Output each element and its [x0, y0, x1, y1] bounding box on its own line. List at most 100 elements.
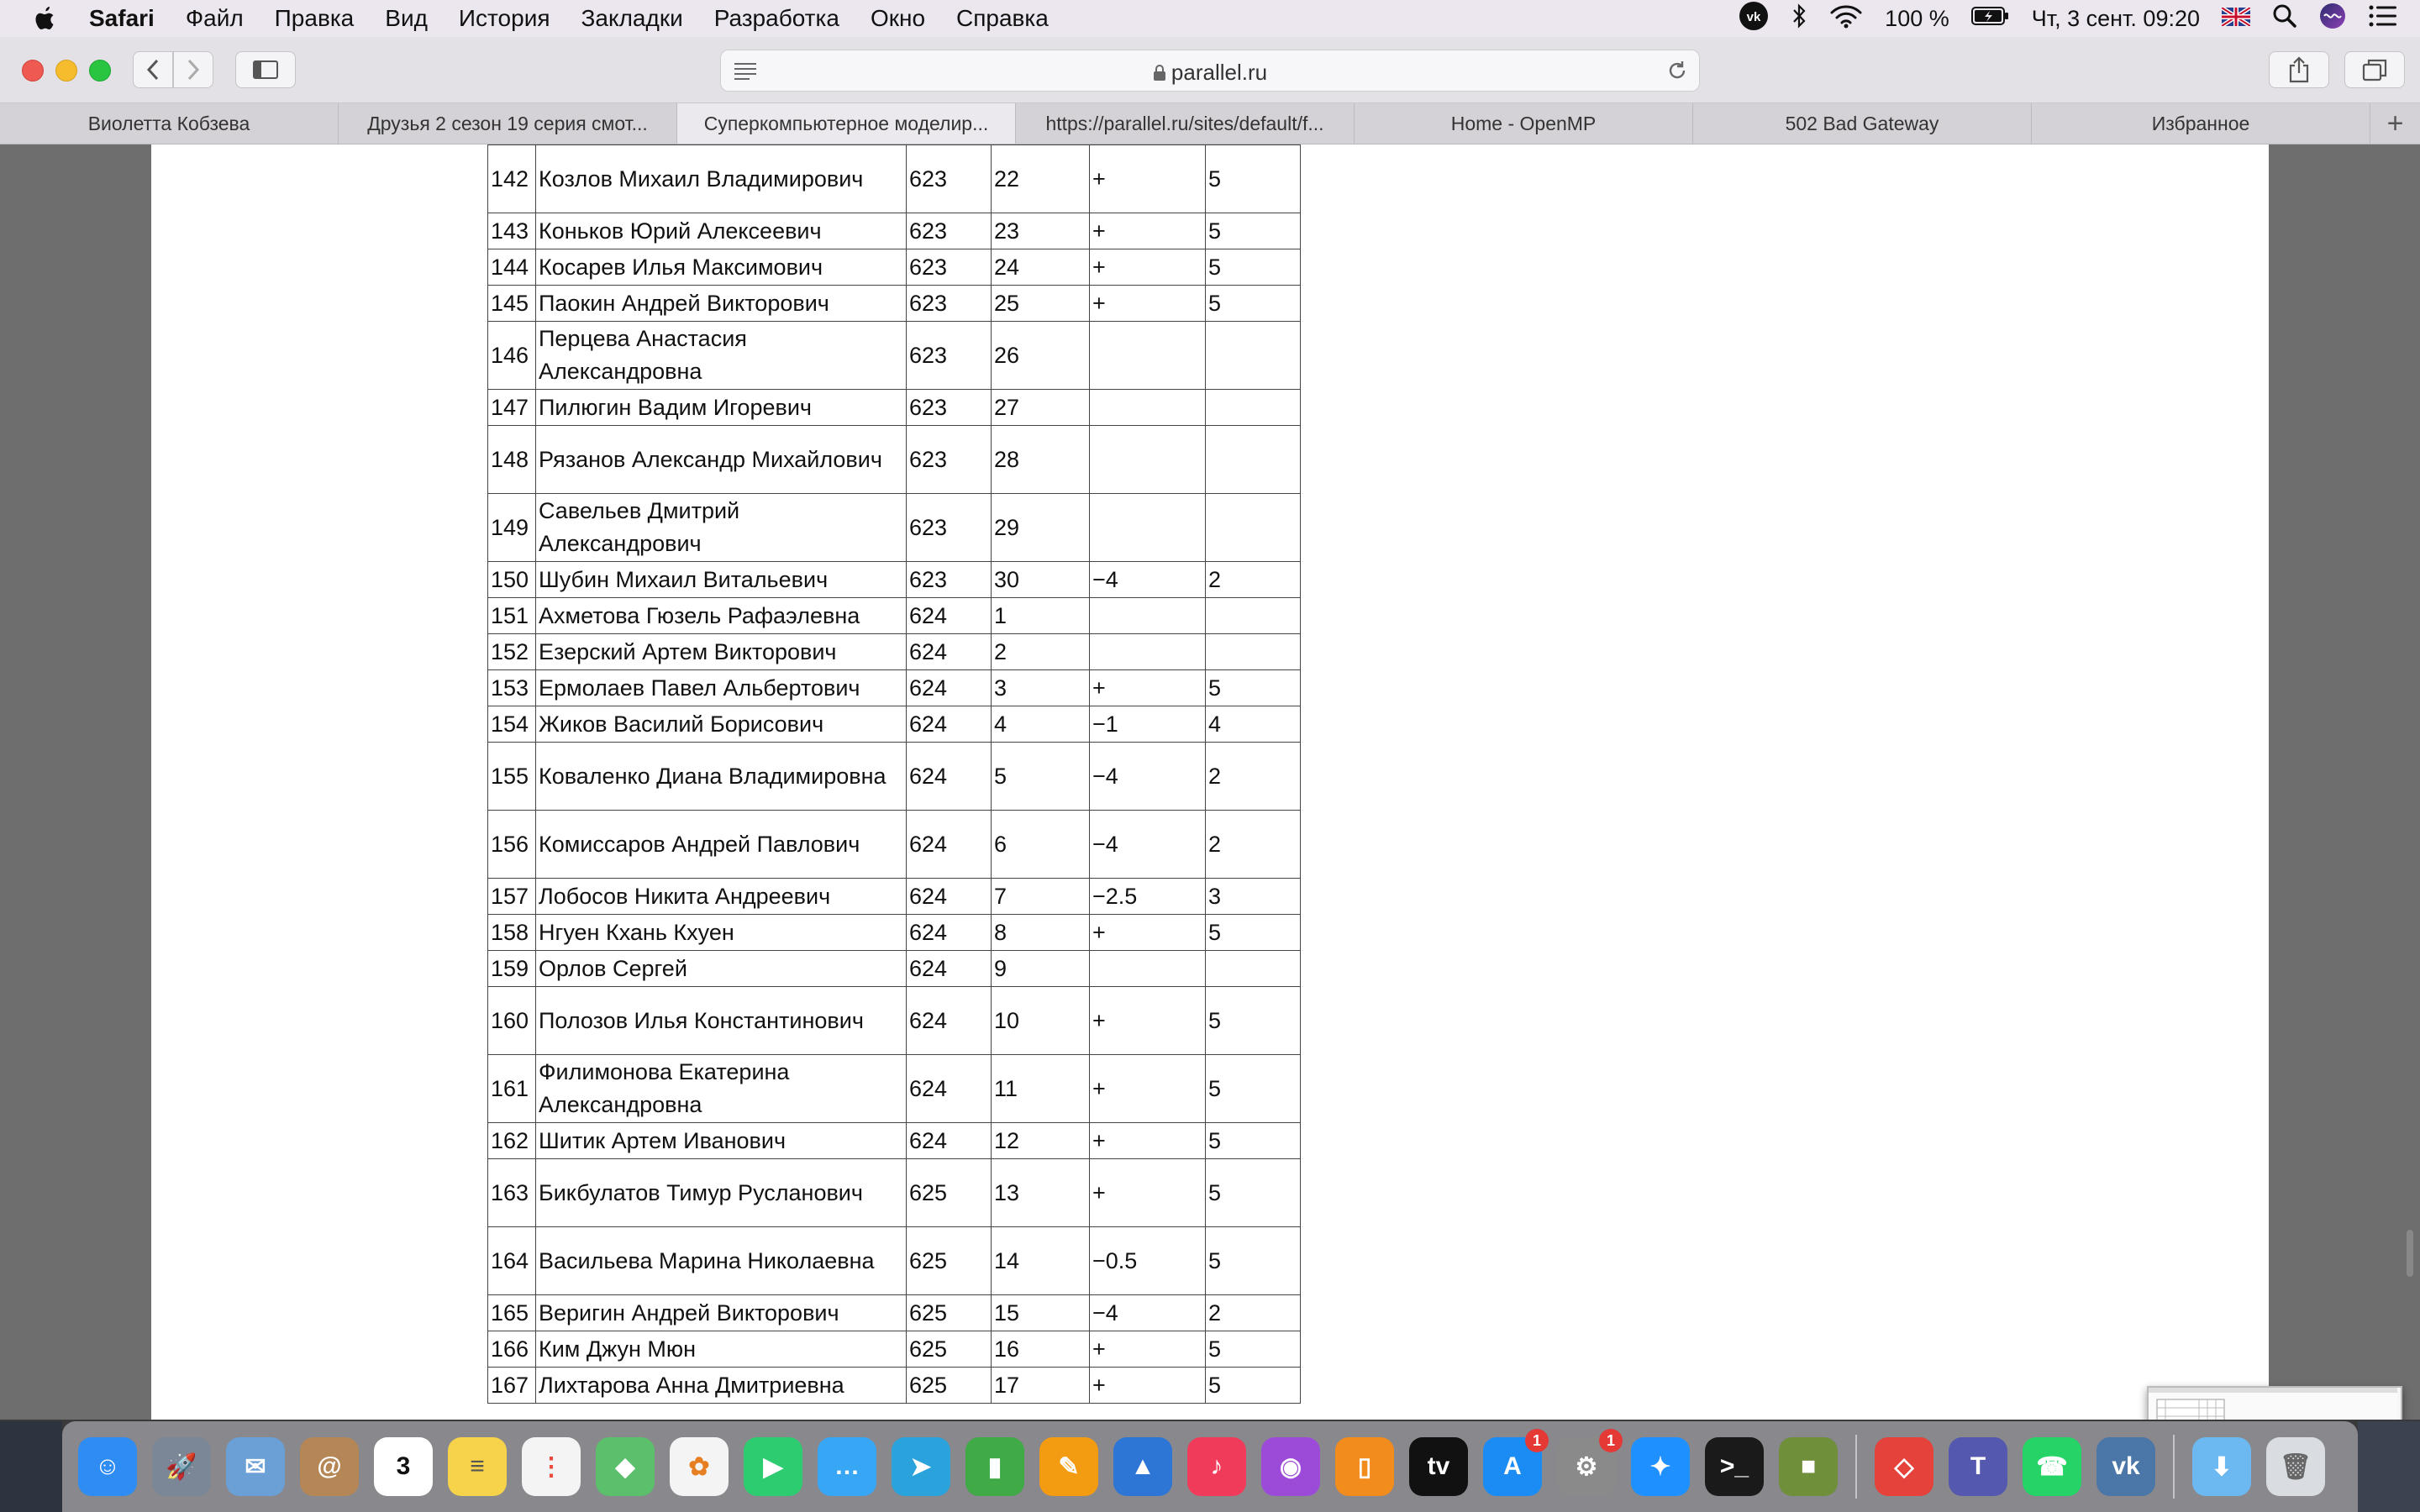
menu-file[interactable]: Файл [186, 5, 244, 32]
mark-cell: −0.5 [1089, 1226, 1206, 1295]
keynote-icon[interactable]: ▲ [1113, 1437, 1172, 1496]
maps-icon[interactable]: ◆ [596, 1437, 655, 1496]
finder-glyph: ☺ [94, 1452, 121, 1480]
sidebar-toggle-button[interactable] [235, 51, 296, 88]
row-number-cell: 166 [487, 1331, 536, 1368]
system-preferences-icon[interactable]: ⚙ 1 [1557, 1429, 1623, 1496]
siri-icon[interactable] [2319, 3, 2346, 35]
numbers-icon[interactable]: ▮ [965, 1437, 1024, 1496]
desktop-wallpaper-left [0, 1421, 62, 1512]
apple-tv-icon[interactable]: tv [1409, 1437, 1468, 1496]
tab-supercomputer-modeling[interactable]: Суперкомпьютерное моделир... [677, 103, 1016, 144]
zoom-window-button[interactable] [89, 60, 111, 81]
finder-icon[interactable]: ☺ [78, 1437, 137, 1496]
grade-cell: 2 [1205, 1294, 1301, 1331]
grade-cell [1205, 633, 1301, 670]
mail-stamp-icon[interactable]: ✉ [226, 1437, 285, 1496]
launchpad-icon[interactable]: 🚀 [152, 1437, 211, 1496]
tab-favorites[interactable]: Избранное [2032, 103, 2370, 144]
grade-cell: 5 [1205, 1226, 1301, 1295]
downloads-folder-icon[interactable]: ⬇ [2192, 1437, 2251, 1496]
table-row: 151 Ахметова Гюзель Рафаэлевна 624 1 [487, 597, 1301, 634]
close-window-button[interactable] [22, 60, 44, 81]
battery-icon[interactable] [1970, 5, 2010, 32]
table-row: 153 Ермолаев Павел Альбертович 624 3 +5 [487, 669, 1301, 706]
share-button[interactable] [2269, 51, 2329, 88]
tab-bad-gateway[interactable]: 502 Bad Gateway [1693, 103, 2032, 144]
student-name-cell: Васильева Марина Николаевна [535, 1226, 907, 1295]
contacts-icon[interactable]: @ [300, 1437, 359, 1496]
new-tab-button[interactable]: + [2370, 103, 2420, 144]
group-cell: 623 [906, 213, 992, 249]
whatsapp-icon[interactable]: ☎ [2023, 1437, 2081, 1496]
tab-friends-episode[interactable]: Друзья 2 сезон 19 серия смот... [339, 103, 677, 144]
spotlight-search-icon[interactable] [2272, 3, 2297, 34]
page-scrollbar[interactable] [2407, 1230, 2413, 1277]
student-name-cell: Лобосов Никита Андреевич [535, 878, 907, 915]
photos-icon[interactable]: ✿ [670, 1437, 729, 1496]
notes-icon[interactable]: ≡ [448, 1437, 507, 1496]
clock[interactable]: Чт, 3 сент. 09:20 [2032, 6, 2200, 32]
tab-openmp[interactable]: Home - OpenMP [1355, 103, 1693, 144]
mark-cell: −4 [1089, 561, 1206, 598]
index-cell: 11 [991, 1054, 1090, 1123]
grade-cell [1205, 493, 1301, 562]
menu-history[interactable]: История [459, 5, 550, 32]
messages-icon[interactable]: … [818, 1437, 876, 1496]
menu-view[interactable]: Вид [385, 5, 428, 32]
input-source-flag-icon[interactable] [2220, 5, 2252, 32]
control-list-icon[interactable] [2368, 4, 2398, 34]
tab-parallel-file[interactable]: https://parallel.ru/sites/default/f... [1016, 103, 1355, 144]
anydesk-icon[interactable]: ◇ [1875, 1437, 1933, 1496]
anydesk-glyph: ◇ [1894, 1452, 1914, 1481]
tab-overview-button[interactable] [2344, 51, 2405, 88]
vk-status-icon[interactable]: vk [1739, 1, 1769, 37]
forward-button[interactable] [173, 51, 213, 88]
trash-icon[interactable]: 🗑 [2266, 1437, 2325, 1496]
row-number-cell: 150 [487, 561, 536, 598]
back-button[interactable] [133, 51, 173, 88]
pages-icon[interactable]: ✎ [1039, 1437, 1098, 1496]
music-icon[interactable]: ♪ [1187, 1437, 1246, 1496]
books-icon[interactable]: ▯ [1335, 1437, 1394, 1496]
safari-icon[interactable]: ✦ [1631, 1437, 1690, 1496]
minecraft-icon[interactable]: ■ [1779, 1437, 1838, 1496]
menu-edit[interactable]: Правка [275, 5, 355, 32]
podcasts-icon[interactable]: ◉ [1261, 1437, 1320, 1496]
group-cell: 625 [906, 1331, 992, 1368]
terminal-icon[interactable]: >_ [1705, 1437, 1764, 1496]
system-preferences-glyph: ⚙ [1575, 1452, 1598, 1481]
reload-icon[interactable] [1665, 59, 1689, 87]
screenshot-thumbnail[interactable] [2147, 1386, 2402, 1420]
address-url[interactable]: parallel.ru [721, 60, 1699, 86]
index-cell: 29 [991, 493, 1090, 562]
table-row: 146 Перцева Анастасия Александровна 623 26 [487, 321, 1301, 390]
menu-help[interactable]: Справка [956, 5, 1049, 32]
vk-icon[interactable]: vk [2096, 1437, 2155, 1496]
student-name-cell: Шубин Михаил Витальевич [535, 561, 907, 598]
menu-bookmarks[interactable]: Закладки [581, 5, 683, 32]
menu-develop[interactable]: Разработка [714, 5, 839, 32]
wifi-icon[interactable] [1829, 3, 1863, 34]
index-cell: 16 [991, 1331, 1090, 1368]
address-bar[interactable]: parallel.ru [720, 50, 1700, 92]
minecraft-glyph: ■ [1800, 1452, 1817, 1480]
grade-cell: 5 [1205, 669, 1301, 706]
student-name-cell: Бикбулатов Тимур Русланович [535, 1158, 907, 1227]
telegram-icon[interactable]: ➤ [892, 1437, 950, 1496]
bluetooth-icon[interactable] [1791, 3, 1807, 35]
web-viewport: 142 Козлов Михаил Владимирович 623 22 +5 143 К… [0, 144, 2420, 1420]
app-store-glyph: A [1503, 1452, 1522, 1480]
apple-menu-icon[interactable] [34, 5, 67, 32]
dock-separator [1855, 1435, 1857, 1499]
menu-safari[interactable]: Safari [89, 5, 155, 32]
app-store-icon[interactable]: A1 [1483, 1429, 1549, 1496]
table-row: 147 Пилюгин Вадим Игоревич 623 27 [487, 389, 1301, 426]
minimize-window-button[interactable] [55, 60, 77, 81]
menu-window[interactable]: Окно [871, 5, 925, 32]
reminders-icon[interactable]: ⋮ [522, 1437, 581, 1496]
facetime-icon[interactable]: ▶ [744, 1437, 802, 1496]
tab-vk-profile[interactable]: Виолетта Кобзева [0, 103, 339, 144]
teams-icon[interactable]: T [1949, 1437, 2007, 1496]
calendar-icon[interactable]: 3 [374, 1437, 433, 1496]
